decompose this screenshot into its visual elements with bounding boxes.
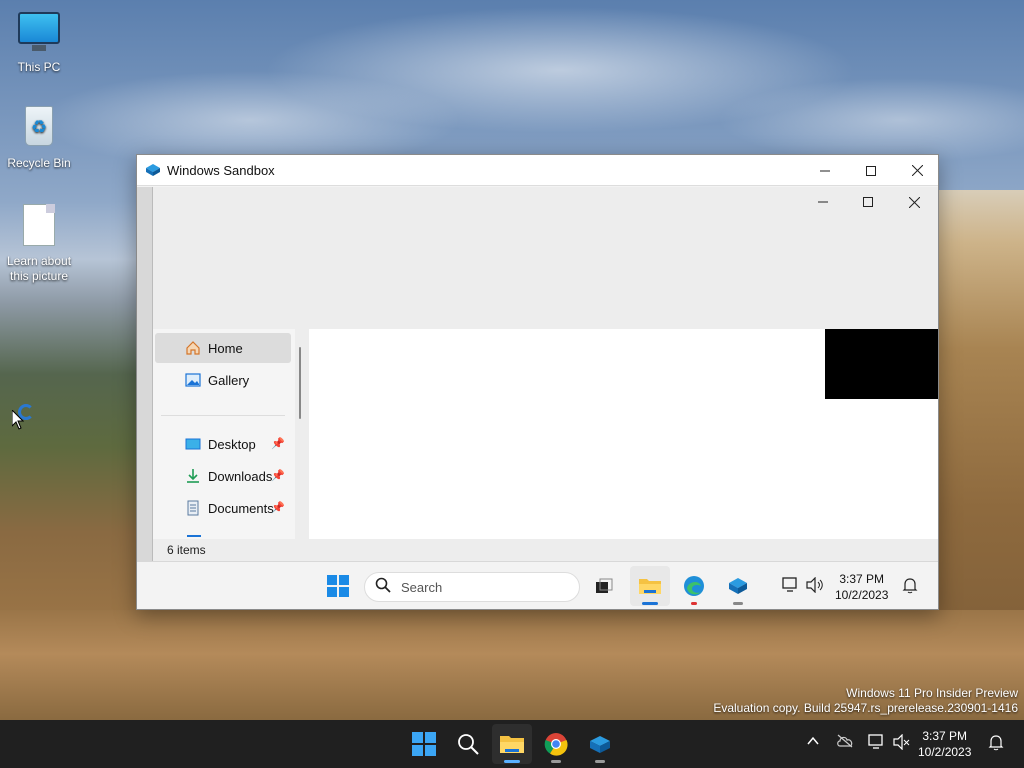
nav-item-desktop[interactable]: Desktop 📌 [155, 429, 291, 459]
nav-item-home[interactable]: Home [155, 333, 291, 363]
this-pc-icon [17, 10, 61, 54]
sandbox-window: Windows Sandbox Home Gallery Desktop 📌 D… [136, 154, 939, 610]
desktop-icon-this-pc[interactable]: This PC [1, 10, 77, 75]
start-button[interactable] [404, 724, 444, 764]
desktop-icon-recycle-bin[interactable]: ♻ Recycle Bin [1, 106, 77, 171]
taskbar-chrome[interactable] [536, 724, 576, 764]
pin-icon[interactable]: 📌 [271, 469, 285, 482]
explorer-maximize-button[interactable] [845, 187, 891, 217]
sandbox-content: Home Gallery Desktop 📌 Downloads 📌 Docum… [137, 187, 938, 609]
sandbox-taskbar: Search 3:37 PM 10/2/2023 [137, 561, 938, 609]
clock-date: 10/2/2023 [835, 588, 889, 602]
notification-bell-icon[interactable] [988, 734, 1004, 756]
nav-item-documents[interactable]: Documents 📌 [155, 493, 291, 523]
sandbox-app-icon [729, 578, 747, 594]
document-icon [17, 204, 61, 248]
windows-logo-icon [412, 732, 436, 756]
sandbox-clock[interactable]: 3:37 PM 10/2/2023 [835, 571, 888, 603]
onedrive-icon[interactable] [836, 734, 854, 753]
desktop-icon-label: Learn about this picture [6, 254, 72, 283]
status-item-count: 6 items [167, 543, 206, 557]
desktop-folder-icon [185, 436, 201, 452]
taskbar-file-explorer[interactable] [630, 566, 670, 606]
maximize-button[interactable] [848, 155, 894, 186]
home-icon [185, 340, 201, 356]
build-watermark: Windows 11 Pro Insider Preview Evaluatio… [713, 686, 1018, 716]
close-button[interactable] [894, 155, 940, 186]
downloads-icon [185, 468, 201, 484]
network-icon[interactable] [868, 734, 886, 755]
sandbox-search-box[interactable]: Search [364, 572, 580, 602]
pin-icon[interactable]: 📌 [271, 501, 285, 514]
explorer-close-button[interactable] [891, 187, 937, 217]
nav-item-label: Home [208, 340, 243, 356]
edge-icon [684, 576, 704, 596]
desktop-icon-learn-about-picture[interactable]: Learn about this picture [1, 204, 77, 284]
documents-icon [185, 500, 201, 516]
window-title: Windows Sandbox [167, 163, 275, 178]
search-icon [375, 577, 391, 598]
taskbar-edge[interactable] [674, 566, 714, 606]
taskbar-sandbox-app[interactable] [580, 724, 620, 764]
search-icon [458, 734, 479, 755]
nav-divider [161, 415, 285, 416]
sandbox-app-icon [590, 736, 610, 753]
nav-item-label: Gallery [208, 372, 250, 388]
gallery-icon [185, 372, 201, 388]
desktop-icon-label: Recycle Bin [7, 156, 71, 170]
volume-icon[interactable] [806, 576, 824, 598]
navigation-pane: Home Gallery Desktop 📌 Downloads 📌 Docum… [153, 329, 295, 539]
task-view-icon [596, 578, 613, 593]
clock-time: 3:37 PM [839, 572, 885, 586]
chrome-icon [544, 733, 568, 756]
file-explorer-icon [639, 579, 661, 594]
sandbox-titlebar[interactable]: Windows Sandbox [137, 155, 938, 186]
recycle-bin-icon: ♻ [17, 106, 61, 150]
sandbox-start-button[interactable] [318, 566, 358, 606]
nav-item-label: Downloads [208, 468, 273, 484]
nav-item-label: Desktop [208, 436, 256, 452]
show-hidden-icons-chevron-icon[interactable] [806, 734, 820, 753]
network-icon[interactable] [782, 577, 800, 598]
task-view-button[interactable] [584, 566, 624, 606]
nav-scrollbar[interactable] [299, 347, 301, 419]
system-clock[interactable]: 3:37 PM 10/2/2023 [918, 728, 971, 760]
host-taskbar: 3:37 PM 10/2/2023 [0, 720, 1024, 768]
mouse-cursor-icon [11, 408, 25, 435]
sandbox-left-strip [137, 187, 153, 609]
notification-bell-icon[interactable] [902, 577, 918, 599]
volume-muted-icon[interactable] [893, 733, 911, 755]
watermark-line-2: Evaluation copy. Build 25947.rs_prerelea… [713, 701, 1018, 715]
taskbar-file-explorer[interactable] [492, 724, 532, 764]
explorer-minimize-button[interactable] [800, 187, 846, 217]
file-explorer-window: Home Gallery Desktop 📌 Downloads 📌 Docum… [153, 187, 938, 609]
desktop-icon-label: This PC [17, 60, 61, 74]
nav-item-gallery[interactable]: Gallery [155, 365, 291, 395]
clock-time: 3:37 PM [922, 729, 968, 743]
clock-date: 10/2/2023 [918, 745, 972, 759]
nav-item-label: Documents [208, 500, 274, 516]
nav-item-partial [187, 535, 201, 537]
watermark-line-1: Windows 11 Pro Insider Preview [846, 686, 1018, 700]
minimize-button[interactable] [802, 155, 848, 186]
black-rendering-block [825, 329, 938, 399]
search-button[interactable] [448, 724, 488, 764]
taskbar-sandbox-app[interactable] [718, 566, 758, 606]
pin-icon[interactable]: 📌 [271, 437, 285, 450]
file-explorer-icon [500, 736, 524, 753]
windows-logo-icon [327, 575, 349, 597]
sandbox-app-icon [145, 163, 161, 177]
nav-item-downloads[interactable]: Downloads 📌 [155, 461, 291, 491]
search-placeholder: Search [401, 579, 443, 595]
